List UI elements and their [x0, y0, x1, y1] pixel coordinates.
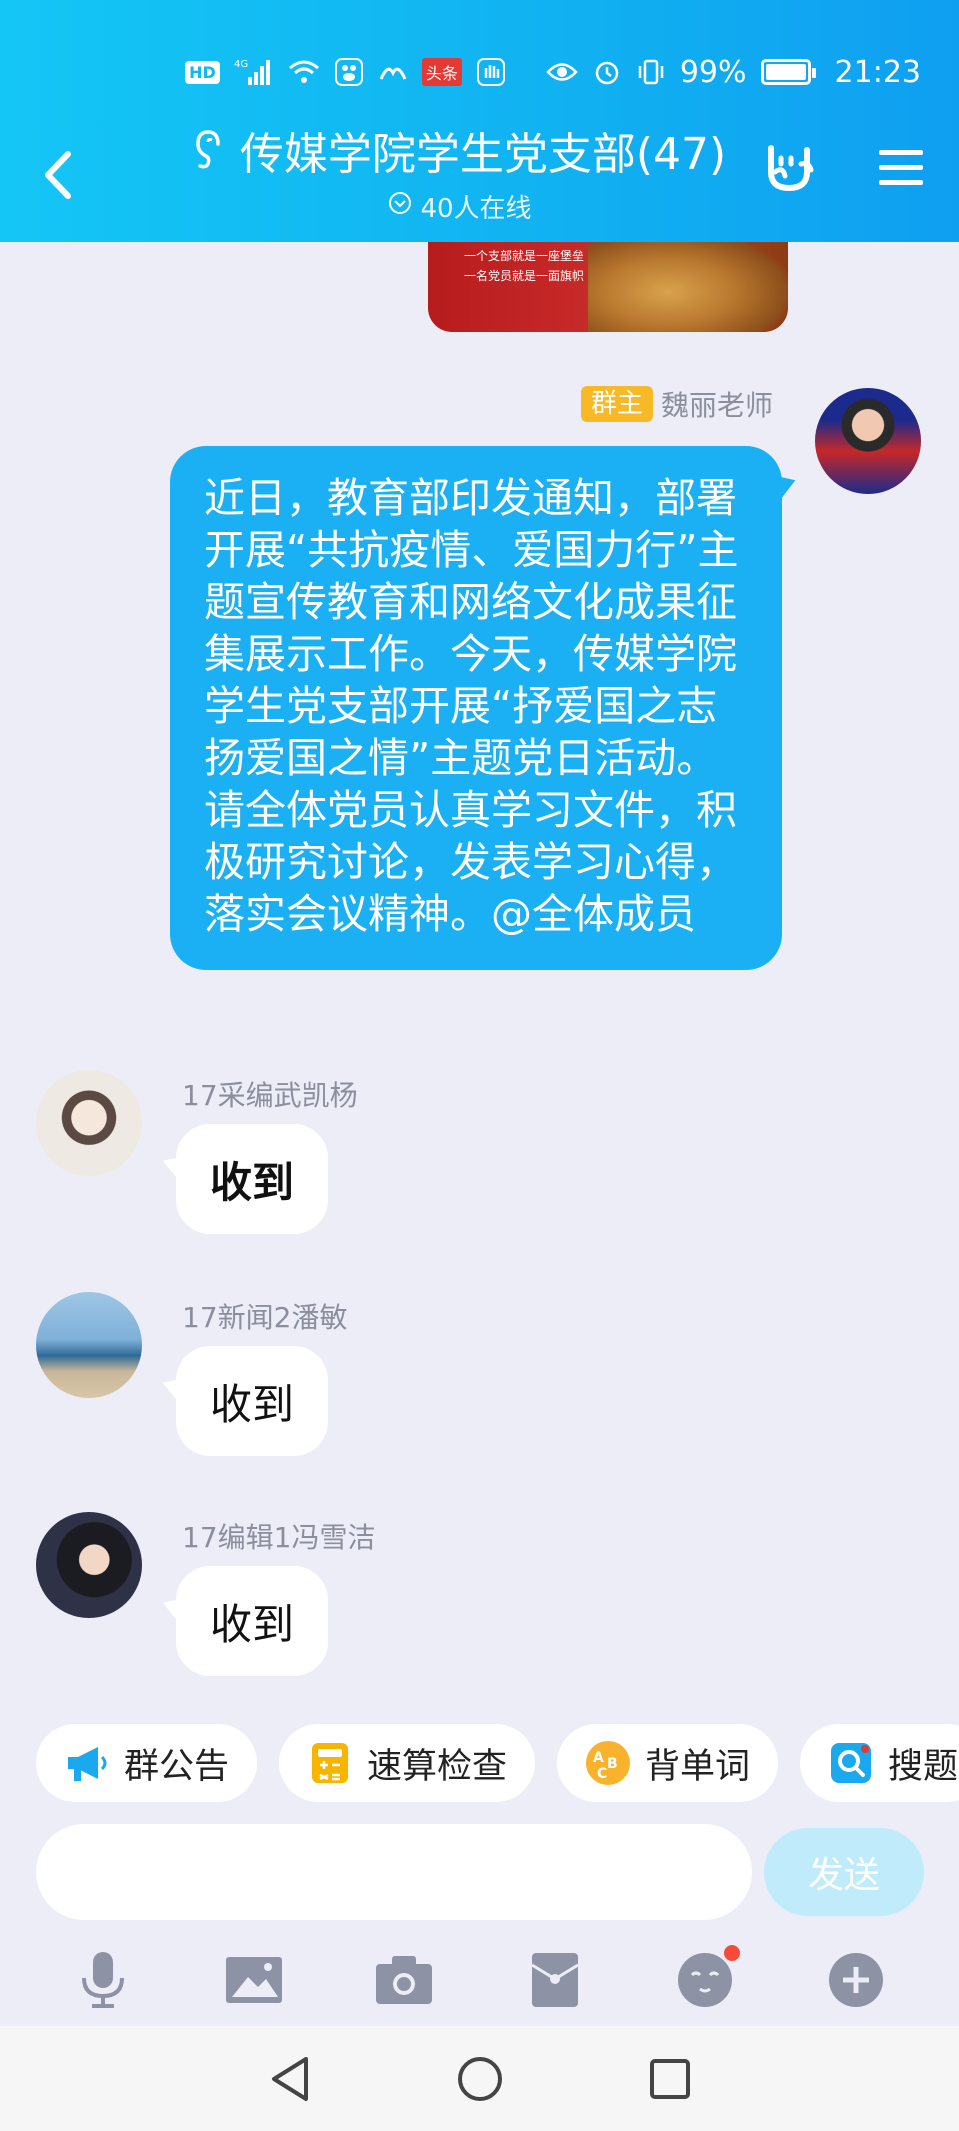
message-bubble[interactable]: 收到	[176, 1346, 329, 1456]
rock-hand-icon	[768, 145, 814, 192]
avatar[interactable]	[36, 1070, 142, 1176]
system-navbar	[0, 2026, 959, 2131]
battery-icon	[760, 59, 816, 85]
calculator-icon	[307, 1740, 353, 1786]
send-button[interactable]: 发送	[764, 1828, 924, 1916]
camera-icon	[376, 1956, 433, 2004]
microphone-icon	[82, 1952, 125, 2008]
status-bar: HD 4G 头条 99% 21:23	[185, 50, 921, 94]
search-icon	[828, 1740, 874, 1786]
back-arrow-icon	[45, 151, 71, 199]
wifi-icon	[288, 56, 320, 88]
hamburger-icon	[879, 150, 923, 185]
owner-avatar[interactable]	[815, 388, 921, 494]
message-input[interactable]	[36, 1824, 752, 1920]
triangle-back-icon	[271, 2056, 308, 2101]
notification-dot	[724, 1945, 741, 1961]
study-app-icon	[378, 56, 408, 88]
more-button[interactable]	[821, 1945, 891, 2015]
chat-area[interactable]: 一个支部就是一座堡垒 一名党员就是一面旗帜 群主 魏丽老师 近日，教育部印发通知…	[0, 242, 959, 1722]
emoji-button[interactable]	[670, 1945, 741, 2015]
circle-home-icon	[457, 2056, 502, 2101]
vibrate-icon	[636, 56, 666, 88]
voice-button[interactable]	[68, 1945, 138, 2015]
avatar[interactable]	[36, 1292, 142, 1398]
image-message-caption: 一个支部就是一座堡垒 一名党员就是一面旗帜	[464, 249, 585, 283]
red-packet-button[interactable]	[520, 1945, 590, 2015]
signal-icon: 4G	[234, 56, 274, 88]
owner-badge: 群主	[580, 386, 653, 422]
owner-message-bubble[interactable]: 近日，教育部印发通知，部署开展“共抗疫情、爱国力行”主题宣传教育和网络文化成果征…	[170, 446, 782, 970]
svg-text:A: A	[593, 1750, 604, 1766]
image-message[interactable]: 一个支部就是一座堡垒 一名党员就是一面旗帜	[428, 242, 788, 332]
image-button[interactable]	[219, 1945, 289, 2015]
baidu-icon	[334, 56, 364, 88]
clock: 21:23	[834, 54, 921, 90]
alarm-icon	[592, 56, 622, 88]
sender-name[interactable]: 17新闻2潘敏	[182, 1296, 347, 1336]
ear-icon[interactable]	[194, 128, 224, 182]
battery-percent: 99%	[679, 54, 747, 90]
toutiao-icon: 头条	[421, 56, 462, 88]
message-bubble[interactable]: 收到	[176, 1566, 329, 1676]
plus-icon	[828, 1953, 883, 2007]
sender-name[interactable]: 17编辑1冯雪洁	[182, 1516, 375, 1556]
nav-home-button[interactable]	[450, 2049, 510, 2109]
quick-actions: 群公告 速算检查 ABC 背单词 搜题	[36, 1724, 959, 1802]
eye-icon	[546, 56, 578, 88]
back-button[interactable]	[40, 150, 76, 200]
nav-recents-button[interactable]	[640, 2049, 700, 2109]
announcement-chip[interactable]: 群公告	[36, 1724, 258, 1802]
message-bubble[interactable]: 收到	[176, 1124, 329, 1234]
square-recents-icon	[649, 2058, 690, 2099]
composer: 发送	[36, 1824, 924, 1924]
image-icon	[225, 1957, 282, 2003]
nav-back-button[interactable]	[260, 2049, 320, 2109]
red-packet-icon	[530, 1953, 579, 2007]
chat-header: HD 4G 头条 99% 21:23 传媒学院学生党支部(47) 40人在线	[0, 0, 959, 242]
svg-text:C: C	[597, 1766, 607, 1782]
input-toolbar	[0, 1940, 959, 2020]
online-count[interactable]: 40人在线	[420, 188, 531, 225]
group-app-button[interactable]	[761, 140, 817, 196]
svg-text:4G: 4G	[234, 59, 248, 70]
menu-button[interactable]	[873, 140, 929, 196]
abc-icon: ABC	[585, 1740, 631, 1786]
svg-text:B: B	[607, 1756, 618, 1772]
hand-icon	[476, 56, 506, 88]
emoji-icon	[678, 1953, 733, 2007]
sender-name[interactable]: 17采编武凯杨	[182, 1074, 358, 1114]
megaphone-icon	[64, 1740, 110, 1786]
avatar[interactable]	[36, 1512, 142, 1618]
owner-sender-name[interactable]: 魏丽老师	[661, 384, 773, 424]
group-title: 传媒学院学生党支部(47)	[239, 129, 727, 180]
hd-icon: HD	[185, 56, 220, 88]
statue-image	[588, 242, 788, 332]
calc-check-chip[interactable]: 速算检查	[279, 1724, 536, 1802]
search-question-chip[interactable]: 搜题	[800, 1724, 959, 1802]
online-status-icon	[388, 191, 412, 222]
vocab-chip[interactable]: ABC 背单词	[557, 1724, 779, 1802]
camera-button[interactable]	[369, 1945, 439, 2015]
